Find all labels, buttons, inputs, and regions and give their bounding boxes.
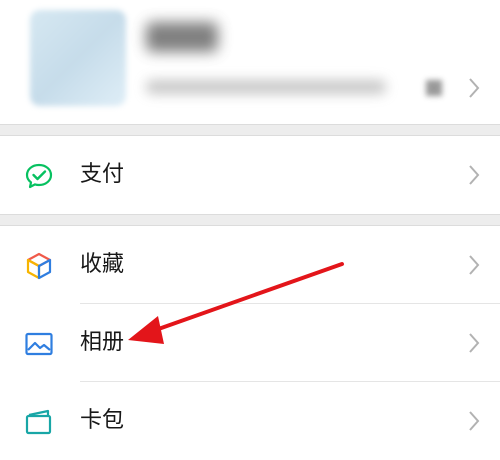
section-separator bbox=[0, 214, 500, 226]
qr-code-icon[interactable] bbox=[426, 80, 442, 96]
album-picture-icon bbox=[25, 332, 53, 356]
menu-item-favorites[interactable]: 收藏 bbox=[0, 226, 500, 304]
menu-item-label: 支付 bbox=[80, 162, 125, 187]
menu-item-label: 卡包 bbox=[80, 408, 125, 433]
profile-id-blurred bbox=[146, 80, 386, 94]
chevron-right-icon bbox=[469, 411, 480, 431]
favorites-cube-icon bbox=[26, 252, 52, 280]
wechat-pay-icon bbox=[25, 163, 53, 189]
menu-item-label: 收藏 bbox=[80, 252, 125, 277]
chevron-right-icon bbox=[469, 78, 480, 98]
profile-header[interactable] bbox=[0, 0, 500, 124]
section-separator bbox=[0, 124, 500, 136]
chevron-right-icon bbox=[469, 165, 480, 185]
menu-item-card-wallet[interactable]: 卡包 bbox=[0, 382, 500, 460]
avatar[interactable] bbox=[30, 10, 126, 106]
chevron-right-icon bbox=[469, 333, 480, 353]
profile-name-blurred bbox=[146, 22, 218, 52]
menu-item-album[interactable]: 相册 bbox=[0, 304, 500, 382]
chevron-right-icon bbox=[469, 255, 480, 275]
card-wallet-icon bbox=[25, 409, 52, 435]
menu-item-label: 相册 bbox=[80, 330, 125, 355]
menu-item-pay[interactable]: 支付 bbox=[0, 136, 500, 214]
